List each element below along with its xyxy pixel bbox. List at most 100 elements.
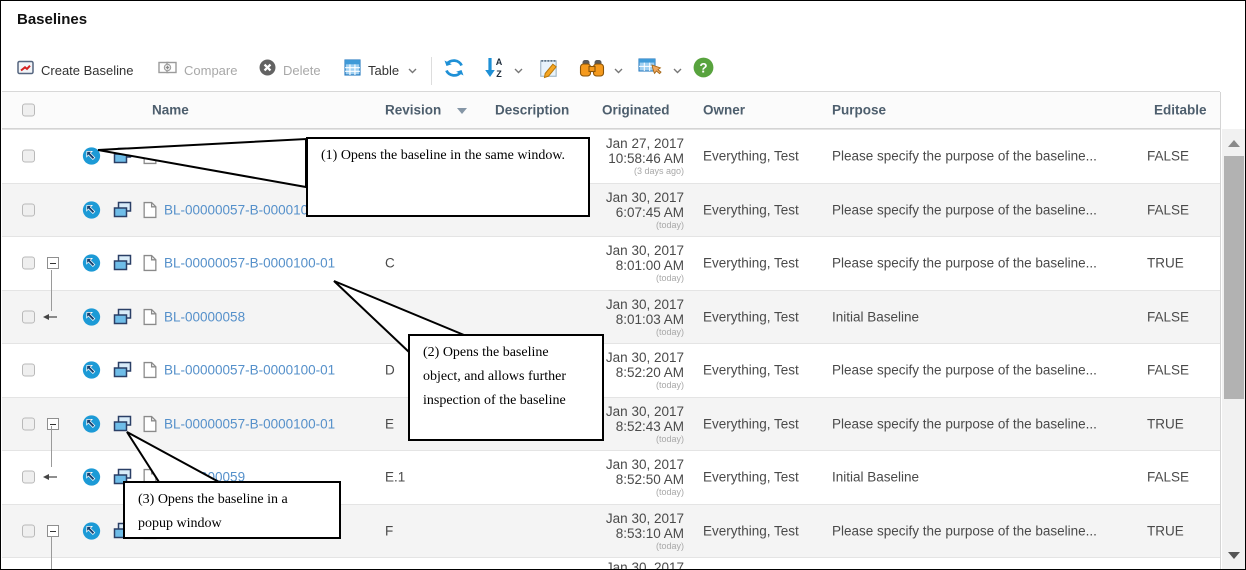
revision-cell: E	[385, 416, 394, 431]
scrollbar-thumb[interactable]	[1224, 156, 1244, 399]
binoculars-icon	[579, 58, 605, 83]
open-baseline-icon[interactable]	[82, 414, 101, 433]
help-button[interactable]: ?	[693, 53, 714, 87]
header-purpose[interactable]: Purpose	[832, 103, 886, 118]
purpose-cell: Please specify the purpose of the baseli…	[832, 202, 1097, 217]
help-icon: ?	[693, 57, 714, 83]
table-row: BL-00000057-B-0000100-01 Jan 27, 201710:…	[2, 129, 1220, 183]
owner-cell: Everything, Test	[703, 416, 799, 431]
header-revision[interactable]: Revision	[385, 103, 441, 118]
open-baseline-icon[interactable]	[82, 147, 101, 166]
revision-cell: F	[385, 523, 393, 538]
delete-icon	[259, 59, 276, 81]
select-all-checkbox[interactable]	[22, 104, 35, 117]
document-icon	[143, 415, 157, 432]
header-editable[interactable]: Editable	[1154, 103, 1207, 118]
open-popup-icon[interactable]	[113, 308, 132, 325]
refresh-icon	[441, 57, 467, 84]
open-baseline-icon[interactable]	[82, 468, 101, 487]
callout-1-open-same-window: (1) Opens the baseline in the same windo…	[306, 137, 590, 217]
tree-collapse-icon[interactable]	[47, 525, 59, 537]
open-baseline-icon[interactable]	[82, 361, 101, 380]
row-checkbox[interactable]	[22, 417, 35, 430]
delete-button[interactable]: Delete	[259, 53, 321, 87]
row-checkbox[interactable]	[22, 150, 35, 163]
purpose-cell: Please specify the purpose of the baseli…	[832, 523, 1097, 538]
baseline-name-link[interactable]: BL-00000057-B-0000100-01	[164, 416, 335, 431]
purpose-cell: Please specify the purpose of the baseli…	[832, 256, 1097, 271]
table-row: BL-00000058 C.1 Jan 30, 20178:01:03 AM(t…	[2, 290, 1220, 344]
baseline-name-link[interactable]: BL-00000057-B-0000100-01	[164, 363, 335, 378]
row-checkbox[interactable]	[22, 257, 35, 270]
sort-indicator-icon[interactable]	[457, 108, 467, 114]
baseline-name-link[interactable]: BL-00000058	[164, 309, 245, 324]
header-owner[interactable]: Owner	[703, 103, 745, 118]
editable-cell: FALSE	[1147, 470, 1189, 485]
table-right-border	[1220, 92, 1221, 570]
document-icon	[143, 201, 157, 218]
table-row-partial: Jan 30, 2017	[2, 557, 1220, 570]
row-checkbox[interactable]	[22, 203, 35, 216]
compare-icon	[158, 59, 177, 81]
row-checkbox[interactable]	[22, 524, 35, 537]
tree-child-arrow-icon	[42, 312, 58, 322]
open-baseline-icon[interactable]	[82, 200, 101, 219]
header-originated[interactable]: Originated	[602, 103, 670, 118]
chevron-down-icon	[514, 61, 523, 79]
search-button[interactable]	[579, 53, 623, 87]
originated-cell: Jan 30, 20178:53:10 AM(today)	[544, 511, 684, 551]
callout-2-open-object: (2) Opens the baseline object, and allow…	[408, 334, 604, 441]
column-select-button[interactable]	[638, 53, 682, 87]
open-baseline-icon[interactable]	[82, 307, 101, 326]
row-checkbox[interactable]	[22, 364, 35, 377]
open-popup-icon[interactable]	[113, 201, 132, 218]
compare-label: Compare	[184, 63, 237, 78]
owner-cell: Everything, Test	[703, 309, 799, 324]
vertical-scrollbar[interactable]	[1222, 129, 1246, 570]
page-title: Baselines	[17, 11, 87, 28]
baselines-grid-window: Baselines Create Baseline Compare Delete…	[0, 0, 1246, 570]
editable-cell: TRUE	[1147, 416, 1184, 431]
editable-cell: FALSE	[1147, 309, 1189, 324]
tree-collapse-icon[interactable]	[47, 257, 59, 269]
sort-button[interactable]: AZ	[483, 53, 523, 87]
baseline-name-link[interactable]: BL-00000057-B-0000100-01	[164, 256, 335, 271]
row-checkbox[interactable]	[22, 471, 35, 484]
sort-az-icon: AZ	[483, 56, 505, 85]
edit-button[interactable]	[538, 53, 560, 87]
open-popup-icon[interactable]	[113, 362, 132, 379]
table-view-label: Table	[368, 63, 399, 78]
open-popup-icon[interactable]	[113, 148, 132, 165]
open-popup-icon[interactable]	[113, 415, 132, 432]
purpose-cell: Initial Baseline	[832, 470, 919, 485]
owner-cell: Everything, Test	[703, 149, 799, 164]
purpose-cell: Please specify the purpose of the baseli…	[832, 363, 1097, 378]
tree-collapse-icon[interactable]	[47, 418, 59, 430]
revision-cell: E.1	[385, 470, 405, 485]
editable-cell: FALSE	[1147, 202, 1189, 217]
refresh-button[interactable]	[441, 53, 467, 87]
scroll-down-icon[interactable]	[1228, 552, 1240, 559]
open-baseline-icon[interactable]	[82, 254, 101, 273]
edit-icon	[538, 57, 560, 84]
owner-cell: Everything, Test	[703, 470, 799, 485]
table-view-dropdown[interactable]: Table	[344, 53, 417, 87]
toolbar: Create Baseline Compare Delete Table AZ	[1, 53, 1246, 91]
svg-text:?: ?	[699, 60, 707, 75]
header-description[interactable]: Description	[495, 103, 569, 118]
header-name[interactable]: Name	[152, 103, 189, 118]
open-baseline-icon[interactable]	[82, 521, 101, 540]
table-row: BL-00000057-B-0000100-01 D Jan 30, 20178…	[2, 343, 1220, 397]
purpose-cell: Initial Baseline	[832, 309, 919, 324]
column-select-icon	[638, 57, 664, 84]
owner-cell: Everything, Test	[703, 202, 799, 217]
row-checkbox[interactable]	[22, 310, 35, 323]
scroll-up-icon[interactable]	[1228, 140, 1240, 147]
open-popup-icon[interactable]	[113, 255, 132, 272]
revision-cell: D	[385, 363, 395, 378]
table-row: BL-00000057-B-0000100-01 Jan 30, 20176:0…	[2, 183, 1220, 237]
document-icon	[143, 308, 157, 325]
create-baseline-button[interactable]: Create Baseline	[17, 53, 134, 87]
compare-button[interactable]: Compare	[158, 53, 237, 87]
editable-cell: FALSE	[1147, 363, 1189, 378]
